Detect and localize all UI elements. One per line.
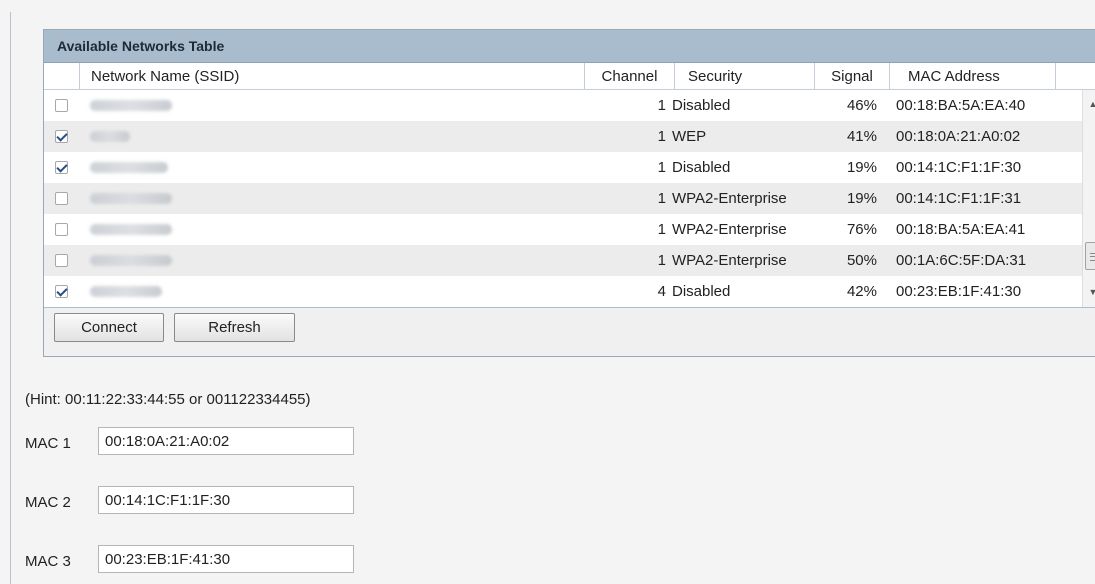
table-button-bar: Connect Refresh: [44, 307, 1095, 356]
table-scrollbar[interactable]: ▲ ▼: [1082, 90, 1095, 307]
cell-channel: 1: [657, 252, 666, 269]
mac-1-label: MAC 1: [25, 435, 71, 452]
cell-security: WPA2-Enterprise: [672, 252, 787, 269]
cell-security: WPA2-Enterprise: [672, 190, 787, 207]
cell-channel: 1: [657, 190, 666, 207]
cell-mac: 00:18:BA:5A:EA:40: [896, 97, 1026, 114]
column-header-signal: Signal: [814, 63, 889, 90]
cell-security: WPA2-Enterprise: [672, 221, 787, 238]
table-row[interactable]: 1 Disabled 46% 00:18:BA:5A:EA:40: [44, 90, 1082, 121]
mac-3-label: MAC 3: [25, 553, 71, 570]
column-header-security: Security: [674, 63, 814, 90]
mac-1-input[interactable]: [98, 427, 354, 455]
available-networks-panel: Available Networks Table Network Name (S…: [43, 29, 1095, 357]
cell-channel: 4: [657, 283, 666, 300]
ssid-redacted: [90, 255, 172, 266]
cell-mac: 00:23:EB:1F:41:30: [896, 283, 1022, 300]
row-checkbox[interactable]: [55, 223, 68, 236]
cell-security: Disabled: [672, 159, 731, 176]
row-checkbox[interactable]: [55, 130, 68, 143]
cell-channel: 1: [657, 221, 666, 238]
cell-security: WEP: [672, 128, 707, 145]
cell-signal: 19%: [846, 159, 877, 176]
networks-table-body: 1 Disabled 46% 00:18:BA:5A:EA:40 1 WEP 4…: [44, 90, 1095, 307]
column-header-spacer: [1055, 63, 1095, 90]
cell-mac: 00:18:0A:21:A0:02: [896, 128, 1021, 145]
ssid-redacted: [90, 162, 168, 173]
table-row[interactable]: 1 Disabled 19% 00:14:1C:F1:1F:30: [44, 152, 1082, 183]
row-checkbox[interactable]: [55, 285, 68, 298]
table-row[interactable]: 1 WPA2-Enterprise 50% 00:1A:6C:5F:DA:31: [44, 245, 1082, 276]
ssid-redacted: [90, 193, 172, 204]
table-row[interactable]: 1 WPA2-Enterprise 19% 00:14:1C:F1:1F:31: [44, 183, 1082, 214]
ssid-redacted: [90, 100, 172, 111]
cell-mac: 00:18:BA:5A:EA:41: [896, 221, 1026, 238]
cell-signal: 19%: [846, 190, 877, 207]
table-row[interactable]: 1 WEP 41% 00:18:0A:21:A0:02: [44, 121, 1082, 152]
column-header-channel: Channel: [584, 63, 674, 90]
scroll-thumb[interactable]: [1085, 242, 1095, 270]
cell-signal: 46%: [846, 97, 877, 114]
cell-security: Disabled: [672, 283, 731, 300]
column-header-mac: MAC Address: [889, 63, 1055, 90]
mac-2-input[interactable]: [98, 486, 354, 514]
cell-mac: 00:14:1C:F1:1F:31: [896, 190, 1022, 207]
mac-3-input[interactable]: [98, 545, 354, 573]
column-header-ssid: Network Name (SSID): [79, 63, 584, 90]
connect-button[interactable]: Connect: [54, 313, 164, 342]
table-row[interactable]: 4 Disabled 42% 00:23:EB:1F:41:30: [44, 276, 1082, 307]
cell-channel: 1: [657, 97, 666, 114]
cell-channel: 1: [657, 128, 666, 145]
cell-signal: 41%: [846, 128, 877, 145]
cell-channel: 1: [657, 159, 666, 176]
row-checkbox[interactable]: [55, 254, 68, 267]
table-header-row: Network Name (SSID) Channel Security Sig…: [44, 63, 1095, 90]
cell-security: Disabled: [672, 97, 731, 114]
scroll-up-arrow-icon[interactable]: ▲: [1087, 98, 1095, 110]
cell-signal: 76%: [846, 221, 877, 238]
refresh-button[interactable]: Refresh: [174, 313, 295, 342]
cell-mac: 00:1A:6C:5F:DA:31: [896, 252, 1027, 269]
ssid-redacted: [90, 224, 172, 235]
ssid-redacted: [90, 131, 130, 142]
row-checkbox[interactable]: [55, 99, 68, 112]
mac-2-label: MAC 2: [25, 494, 71, 511]
page-frame-border: [10, 12, 11, 584]
ssid-redacted: [90, 286, 162, 297]
cell-signal: 42%: [846, 283, 877, 300]
table-row[interactable]: 1 WPA2-Enterprise 76% 00:18:BA:5A:EA:41: [44, 214, 1082, 245]
row-checkbox[interactable]: [55, 161, 68, 174]
cell-mac: 00:14:1C:F1:1F:30: [896, 159, 1022, 176]
row-checkbox[interactable]: [55, 192, 68, 205]
scroll-down-arrow-icon[interactable]: ▼: [1087, 286, 1095, 298]
cell-signal: 50%: [846, 252, 877, 269]
mac-format-hint: (Hint: 00:11:22:33:44:55 or 001122334455…: [25, 391, 311, 408]
panel-title: Available Networks Table: [44, 30, 1095, 63]
